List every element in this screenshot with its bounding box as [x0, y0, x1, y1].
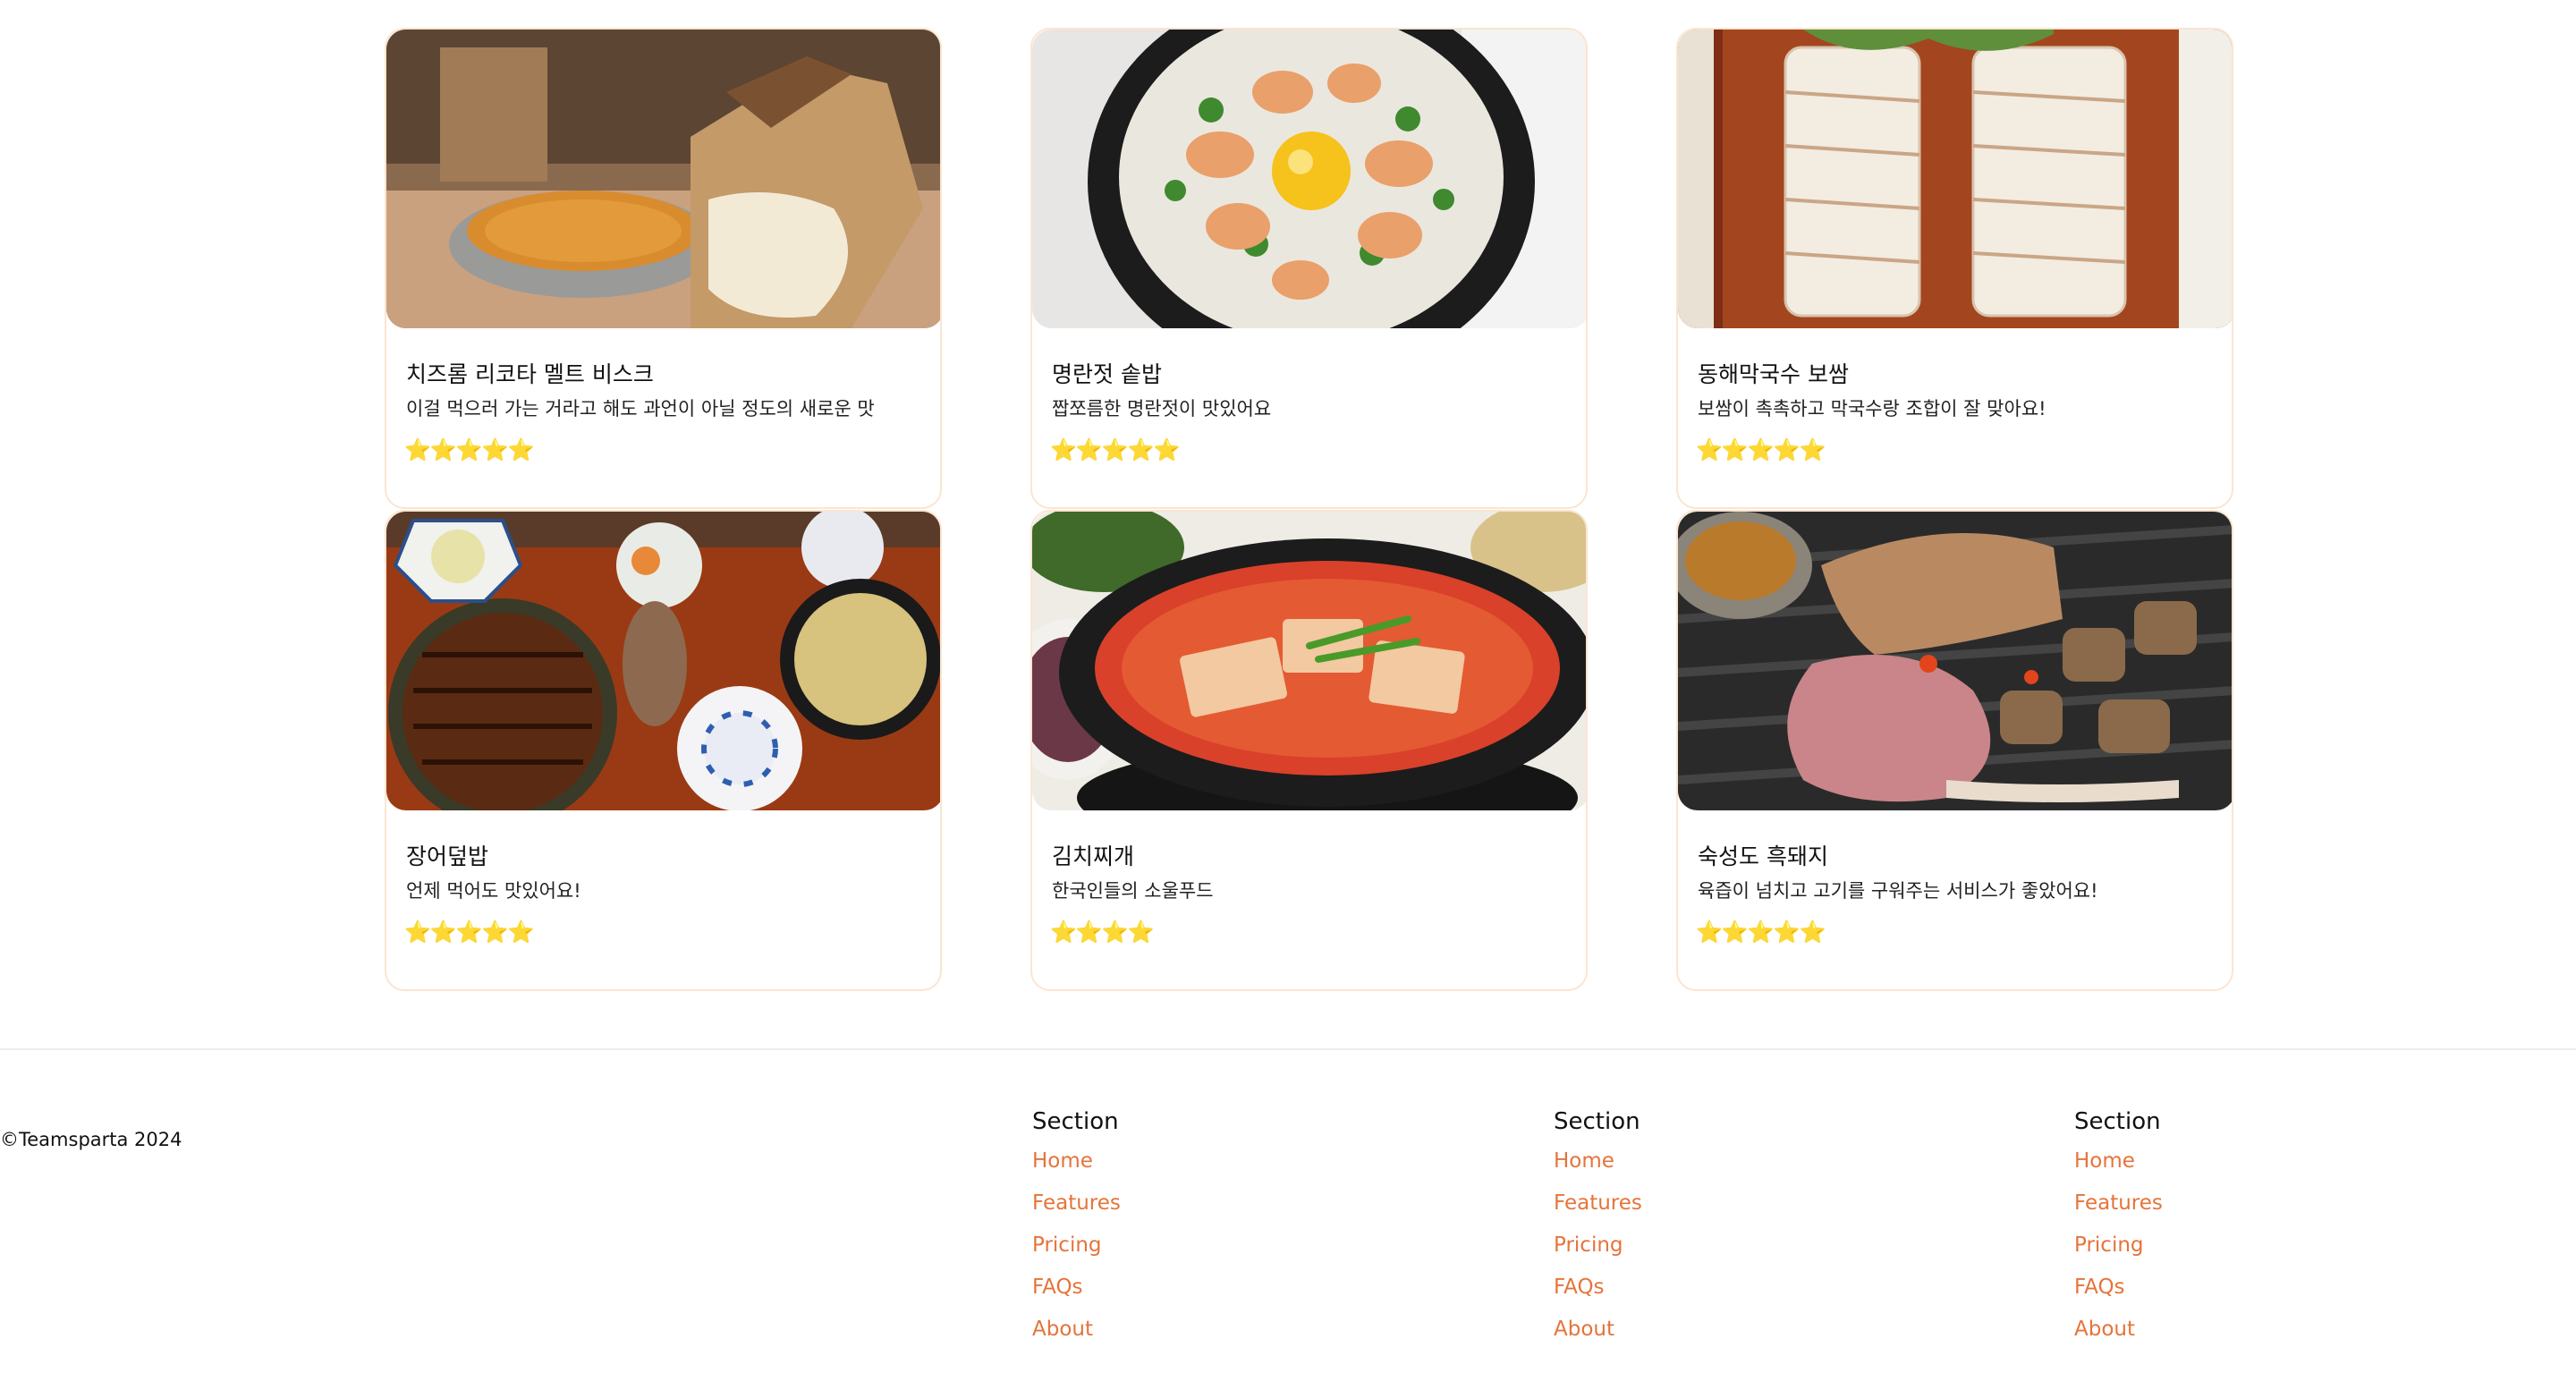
star-rating: ⭐⭐⭐⭐: [1050, 920, 1155, 945]
footer-section: Section Home Features Pricing FAQs About: [2074, 1106, 2343, 1355]
footer-divider: [0, 1048, 2576, 1050]
food-card[interactable]: 숙성도 흑돼지 육즙이 넘치고 고기를 구워주는 서비스가 좋았어요! ⭐⭐⭐⭐…: [1676, 510, 2233, 991]
star-rating: ⭐⭐⭐⭐⭐: [1696, 437, 1826, 462]
footer-link-text[interactable]: Pricing: [1554, 1233, 1623, 1257]
footer-link-features[interactable]: Features: [1554, 1187, 1822, 1229]
card-title: 동해막국수 보쌈: [1698, 361, 1849, 387]
footer-link-text[interactable]: Features: [2074, 1191, 2163, 1215]
footer-link-text[interactable]: FAQs: [2074, 1276, 2125, 1299]
card-title: 숙성도 흑돼지: [1698, 843, 1828, 869]
footer-link-text[interactable]: FAQs: [1554, 1276, 1605, 1299]
star-rating: ⭐⭐⭐⭐⭐: [404, 437, 534, 462]
star-rating: ⭐⭐⭐⭐⭐: [1696, 920, 1826, 945]
footer-link-features[interactable]: Features: [1032, 1187, 1301, 1229]
footer-link-pricing[interactable]: Pricing: [2074, 1229, 2343, 1271]
footer-nav: Home Features Pricing FAQs About: [1032, 1145, 1301, 1355]
card-text: 짭쪼름한 명란젓이 맛있어요: [1052, 398, 1272, 420]
footer-link-about[interactable]: About: [1032, 1313, 1301, 1355]
food-photo-bossam: [1678, 30, 2232, 328]
footer-link-text[interactable]: Features: [1032, 1191, 1121, 1215]
footer-link-text[interactable]: About: [2074, 1318, 2135, 1341]
footer-link-text[interactable]: Pricing: [1032, 1233, 1102, 1257]
card-text: 육즙이 넘치고 고기를 구워주는 서비스가 좋았어요!: [1698, 880, 2098, 902]
footer-nav: Home Features Pricing FAQs About: [2074, 1145, 2343, 1355]
star-rating: ⭐⭐⭐⭐⭐: [1050, 437, 1180, 462]
food-card[interactable]: 치즈롬 리코타 멜트 비스크 이걸 먹으러 가는 거라고 해도 과언이 아닐 정…: [385, 28, 942, 509]
food-card[interactable]: 장어덮밥 언제 먹어도 맛있어요! ⭐⭐⭐⭐⭐: [385, 510, 942, 991]
card-title: 김치찌개: [1052, 843, 1135, 869]
footer-link-text[interactable]: About: [1032, 1318, 1093, 1341]
food-card[interactable]: 동해막국수 보쌈 보쌈이 촉촉하고 막국수랑 조합이 잘 맞아요! ⭐⭐⭐⭐⭐: [1676, 28, 2233, 509]
footer-section-title: Section: [1032, 1108, 1119, 1135]
footer-link-text[interactable]: FAQs: [1032, 1276, 1083, 1299]
footer-link-about[interactable]: About: [2074, 1313, 2343, 1355]
footer-link-home[interactable]: Home: [2074, 1145, 2343, 1187]
card-text: 한국인들의 소울푸드: [1052, 880, 1214, 902]
footer-link-faqs[interactable]: FAQs: [2074, 1271, 2343, 1313]
footer-section: Section Home Features Pricing FAQs About: [1032, 1106, 1301, 1355]
footer-link-text[interactable]: Home: [1032, 1149, 1093, 1173]
food-photo-black-pork: [1678, 512, 2232, 810]
card-text: 이걸 먹으러 가는 거라고 해도 과언이 아닐 정도의 새로운 맛: [406, 398, 875, 420]
footer-link-home[interactable]: Home: [1554, 1145, 1822, 1187]
footer-link-faqs[interactable]: FAQs: [1554, 1271, 1822, 1313]
footer-link-text[interactable]: Home: [2074, 1149, 2135, 1173]
card-title: 치즈롬 리코타 멜트 비스크: [406, 361, 654, 387]
footer-link-text[interactable]: Pricing: [2074, 1233, 2144, 1257]
food-photo-kimchi-jjigae: [1032, 512, 1586, 810]
card-title: 명란젓 솥밥: [1052, 361, 1162, 387]
copyright-text: ©Teamsparta 2024: [0, 1129, 182, 1150]
footer-section-title: Section: [1554, 1108, 1640, 1135]
card-text: 보쌈이 촉촉하고 막국수랑 조합이 잘 맞아요!: [1698, 398, 2046, 420]
footer-link-faqs[interactable]: FAQs: [1032, 1271, 1301, 1313]
food-photo-unagi-don: [386, 512, 940, 810]
footer-link-about[interactable]: About: [1554, 1313, 1822, 1355]
food-photo-myeongran-sotbap: [1032, 30, 1586, 328]
footer-link-text[interactable]: Home: [1554, 1149, 1614, 1173]
food-photo-cheese-melt-bisque: [386, 30, 940, 328]
card-title: 장어덮밥: [406, 843, 489, 869]
food-card[interactable]: 김치찌개 한국인들의 소울푸드 ⭐⭐⭐⭐: [1030, 510, 1588, 991]
footer-link-text[interactable]: About: [1554, 1318, 1614, 1341]
footer-link-pricing[interactable]: Pricing: [1032, 1229, 1301, 1271]
page: 치즈롬 리코타 멜트 비스크 이걸 먹으러 가는 거라고 해도 과언이 아닐 정…: [0, 0, 2576, 1390]
footer-section: Section Home Features Pricing FAQs About: [1554, 1106, 1822, 1355]
food-card[interactable]: 명란젓 솥밥 짭쪼름한 명란젓이 맛있어요 ⭐⭐⭐⭐⭐: [1030, 28, 1588, 509]
footer-link-features[interactable]: Features: [2074, 1187, 2343, 1229]
footer-section-title: Section: [2074, 1108, 2161, 1135]
footer-link-text[interactable]: Features: [1554, 1191, 1642, 1215]
footer-link-pricing[interactable]: Pricing: [1554, 1229, 1822, 1271]
footer-nav: Home Features Pricing FAQs About: [1554, 1145, 1822, 1355]
star-rating: ⭐⭐⭐⭐⭐: [404, 920, 534, 945]
card-text: 언제 먹어도 맛있어요!: [406, 880, 581, 902]
footer-link-home[interactable]: Home: [1032, 1145, 1301, 1187]
